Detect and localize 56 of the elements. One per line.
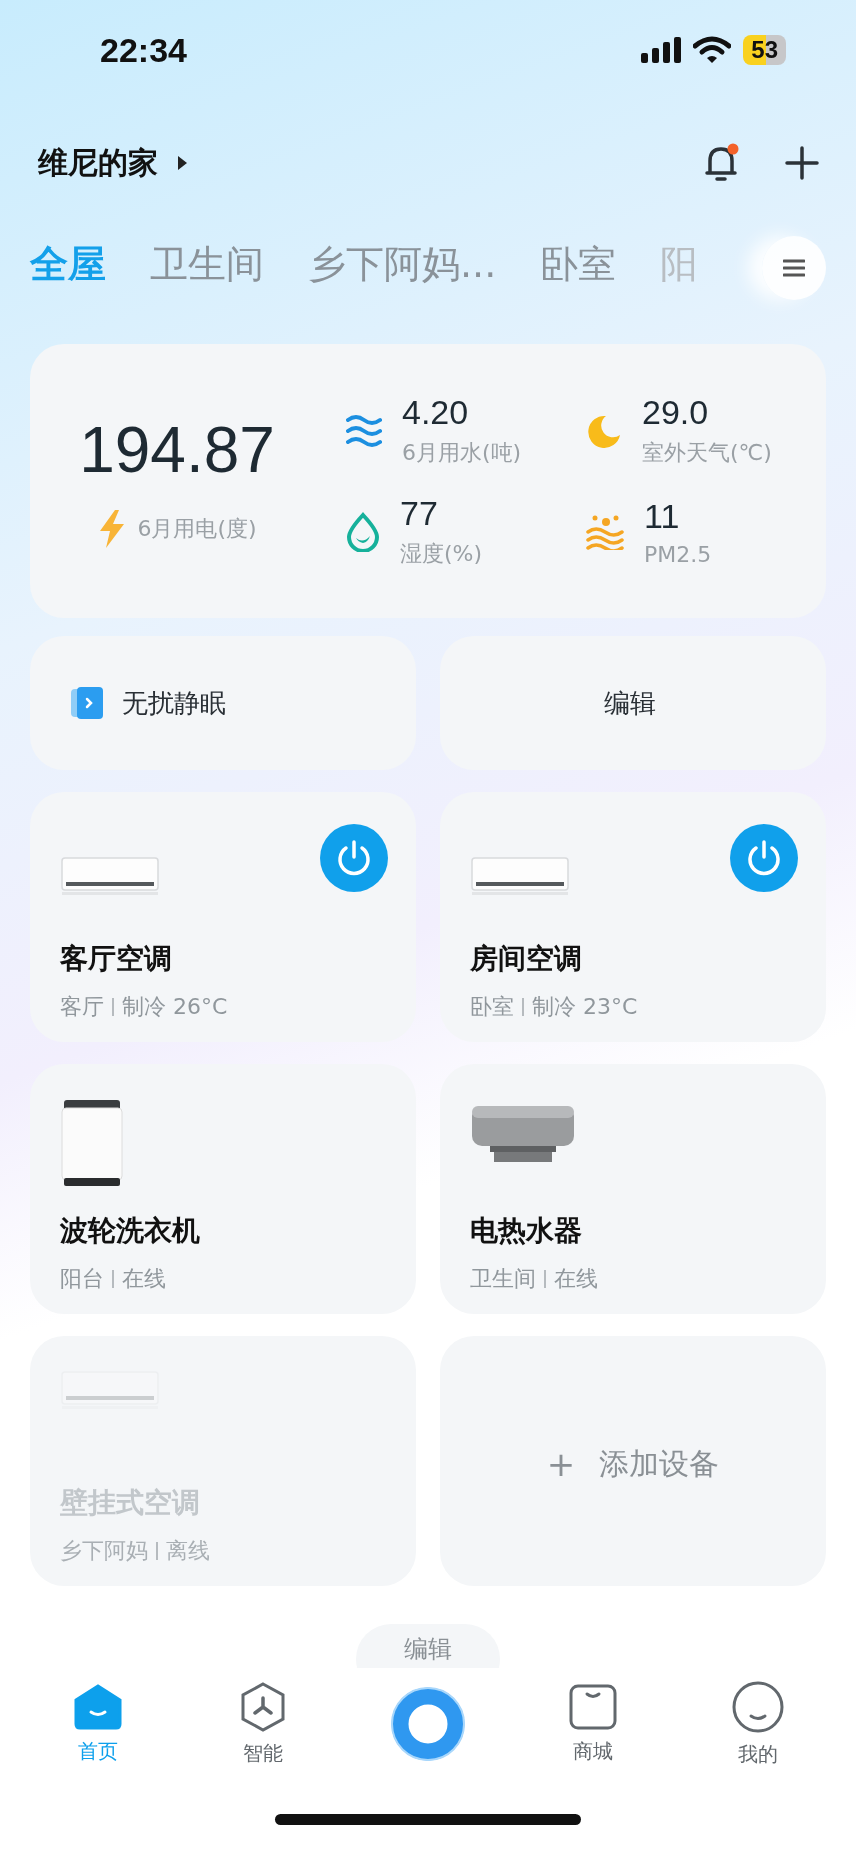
add-device-button[interactable]: + 添加设备 — [440, 1336, 826, 1586]
smiley-icon — [731, 1680, 784, 1733]
nav-tab[interactable]: 我的 — [697, 1679, 818, 1769]
stat-value: 11 — [644, 496, 681, 536]
bag-icon — [568, 1683, 617, 1730]
device-status: 在线 — [122, 1265, 166, 1293]
energy-value: 194.87 — [79, 413, 275, 487]
stat-label: 6月用水(吨) — [402, 439, 522, 467]
device-room: 卫生间 — [470, 1265, 536, 1293]
stat-value: 77 — [400, 494, 439, 533]
device-room: 客厅 — [60, 993, 104, 1021]
status-time: 22:34 — [100, 30, 187, 70]
signal-icon — [641, 37, 682, 63]
stat-label: PM2.5 — [644, 541, 712, 567]
power-icon — [746, 839, 782, 877]
stat-value: 4.20 — [402, 393, 470, 432]
device-name: 房间空调 — [470, 941, 583, 977]
droplet-icon — [346, 511, 380, 552]
device-card[interactable]: 客厅空调 客厅 制冷 26°C — [30, 792, 416, 1042]
device-name: 波轮洗衣机 — [60, 1213, 201, 1249]
device-card[interactable]: 房间空调 卧室 制冷 23°C — [440, 792, 826, 1042]
home-selector[interactable]: 维尼的家 — [38, 142, 188, 184]
wifi-icon — [693, 36, 732, 64]
device-card[interactable]: 波轮洗衣机 阳台 在线 — [30, 1064, 416, 1314]
device-status: 制冷 26°C — [122, 993, 228, 1021]
device-room: 乡下阿妈 — [60, 1537, 148, 1565]
stat-value: 29.0 — [642, 393, 710, 432]
home-icon — [74, 1683, 123, 1730]
device-room: 卧室 — [470, 993, 514, 1021]
bell-icon[interactable] — [704, 143, 740, 183]
device-name: 客厅空调 — [60, 941, 173, 977]
device-status: 制冷 23°C — [532, 993, 638, 1021]
stat-label: 室外天气(℃) — [642, 439, 772, 467]
air-conditioner-icon — [60, 856, 160, 898]
device-status: 在线 — [554, 1265, 598, 1293]
nav-tab[interactable]: 智能 — [203, 1680, 324, 1768]
air-conditioner-icon — [470, 856, 570, 898]
caret-icon — [176, 155, 188, 171]
haze-icon — [586, 513, 624, 550]
add-icon[interactable] — [784, 145, 820, 181]
device-status: 离线 — [166, 1537, 210, 1565]
edit-button[interactable]: 编辑 — [356, 1624, 500, 1668]
hexagon-icon — [240, 1681, 287, 1732]
device-name: 电热水器 — [470, 1213, 583, 1249]
edit-button[interactable]: 编辑 — [440, 636, 826, 770]
scene-button[interactable]: 无扰静眠 — [30, 636, 416, 770]
waves-icon — [346, 413, 382, 448]
nav-tab[interactable]: 商城 — [532, 1682, 653, 1766]
energy-label: 6月用电(度) — [137, 515, 257, 543]
scene-icon — [70, 686, 104, 720]
assistant-ring-icon — [390, 1686, 466, 1762]
menu-icon — [783, 259, 805, 277]
stat-label: 湿度(%) — [400, 540, 483, 568]
device-room: 阳台 — [60, 1265, 104, 1293]
power-icon — [336, 839, 372, 877]
device-card[interactable]: 电热水器 卫生间 在线 — [440, 1064, 826, 1314]
